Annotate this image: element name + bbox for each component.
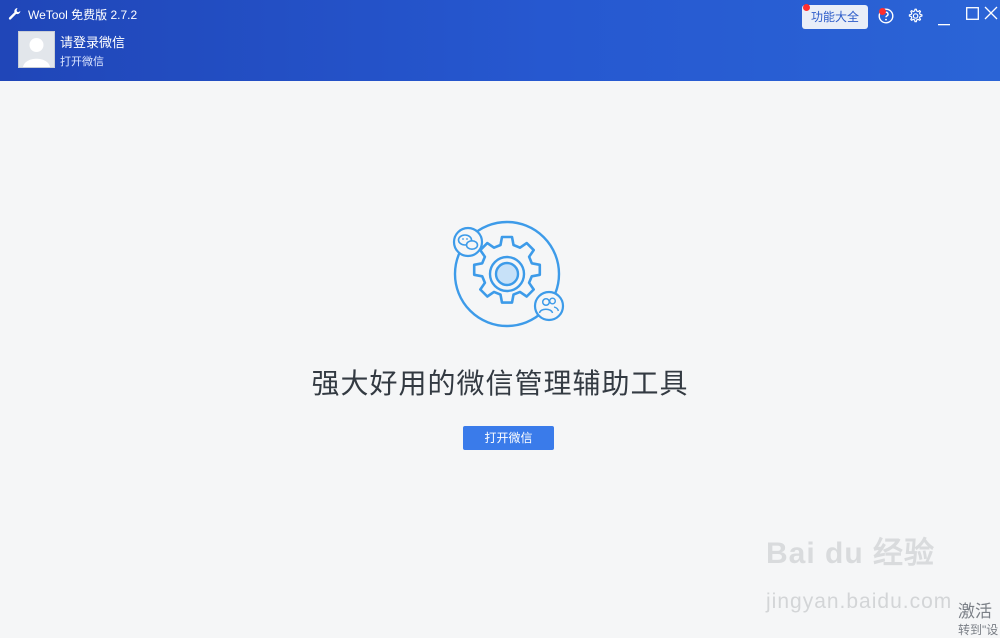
users-icon xyxy=(533,290,565,322)
baidu-watermark-url: jingyan.baidu.com xyxy=(766,590,953,613)
settings-button[interactable] xyxy=(907,8,923,29)
feature-list-button[interactable]: 功能大全 xyxy=(802,5,868,29)
baidu-watermark-logo: Bai du 经验 xyxy=(766,537,936,570)
minimize-icon xyxy=(938,24,950,26)
hero-illustration xyxy=(446,216,568,332)
app-title: WeTool 免费版 2.7.2 xyxy=(8,5,137,23)
gear-icon xyxy=(472,235,542,304)
login-prompt[interactable]: 请登录微信 xyxy=(60,32,125,51)
help-notification-dot xyxy=(879,8,886,15)
wrench-icon xyxy=(8,8,21,20)
title-bar: WeTool 免费版 2.7.2 请登录微信 打开微信 功能大全 xyxy=(0,0,1000,81)
maximize-button[interactable] xyxy=(966,7,979,25)
open-wechat-button[interactable]: 打开微信 xyxy=(463,426,554,450)
wechat-icon xyxy=(452,226,484,258)
main-slogan: 强大好用的微信管理辅助工具 xyxy=(311,368,689,399)
minimize-button[interactable] xyxy=(938,14,950,32)
close-icon xyxy=(984,6,998,20)
close-button[interactable] xyxy=(984,6,998,25)
avatar-placeholder-icon xyxy=(19,32,54,67)
maximize-icon xyxy=(966,7,979,20)
notification-dot xyxy=(803,4,810,11)
open-wechat-link[interactable]: 打开微信 xyxy=(60,53,104,69)
windows-activation-text: 激活 xyxy=(958,602,992,621)
app-title-text: WeTool 免费版 2.7.2 xyxy=(28,7,138,22)
avatar[interactable] xyxy=(18,31,55,68)
windows-activation-subtext: 转到"设 xyxy=(958,623,999,637)
settings-icon xyxy=(908,8,923,23)
